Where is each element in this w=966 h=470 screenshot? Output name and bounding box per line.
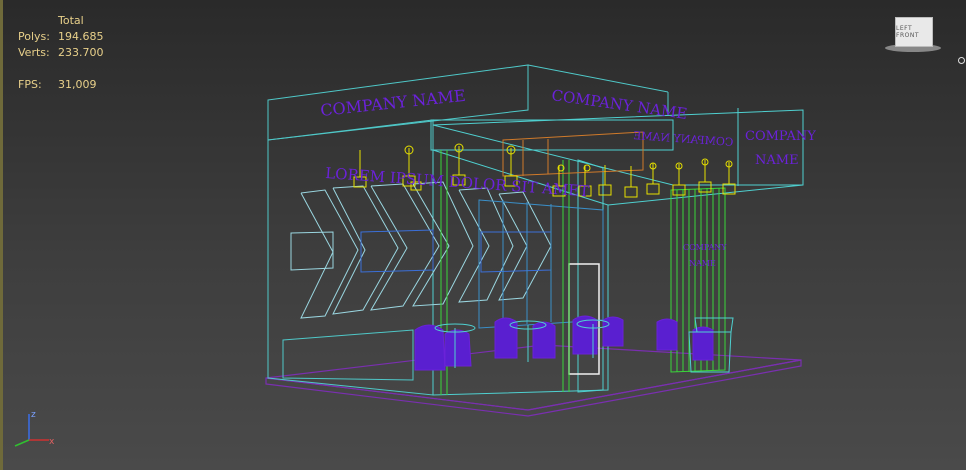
- wireframe-booth-model[interactable]: COMPANY NAME COMPANY NAME COMPANY NAME C…: [3, 0, 966, 470]
- sign-column-name: NAME: [689, 259, 716, 268]
- sign-top-left: COMPANY NAME: [319, 86, 466, 120]
- 3d-viewport[interactable]: Total Polys: 194.685 Verts: 233.700 FPS:…: [0, 0, 966, 470]
- sign-right-name: NAME: [755, 153, 799, 168]
- sign-mirrored: COMPANY NAME: [633, 129, 734, 149]
- y-axis-line: [14, 439, 30, 447]
- view-cube-face[interactable]: LEFT FRONT: [895, 17, 933, 47]
- sign-column-company: COMPANY: [683, 243, 727, 252]
- view-cube[interactable]: LEFT FRONT: [885, 14, 941, 54]
- ceiling-truss: [502, 131, 644, 177]
- sign-lorem: LOREM IPSUM DOLOR SIT AMET: [325, 164, 590, 200]
- z-axis-label: z: [31, 410, 36, 420]
- view-cube-menu-icon[interactable]: [958, 57, 965, 64]
- axis-tripod: z x: [14, 410, 55, 447]
- sign-right-company: COMPANY: [745, 129, 816, 144]
- x-axis-label: x: [49, 437, 55, 447]
